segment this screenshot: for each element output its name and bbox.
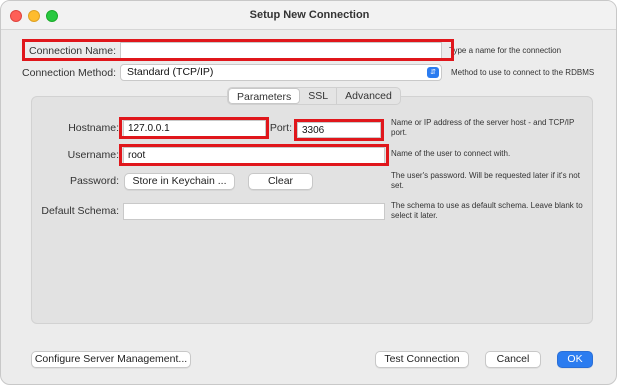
window-title: Setup New Connection bbox=[249, 9, 370, 21]
default-schema-label: Default Schema: bbox=[41, 205, 119, 217]
tab-bar: Parameters SSL Advanced bbox=[227, 87, 401, 105]
hostname-label: Hostname: bbox=[68, 122, 119, 134]
port-input[interactable]: 3306 bbox=[297, 122, 381, 138]
store-in-keychain-button[interactable]: Store in Keychain ... bbox=[124, 173, 235, 190]
configure-server-management-button[interactable]: Configure Server Management... bbox=[31, 351, 191, 368]
password-help: The user's password. Will be requested l… bbox=[391, 171, 580, 190]
tab-parameters[interactable]: Parameters bbox=[228, 88, 301, 104]
connection-name-label: Connection Name: bbox=[29, 45, 116, 57]
connection-method-label: Connection Method: bbox=[22, 67, 116, 79]
cancel-button[interactable]: Cancel bbox=[485, 351, 541, 368]
port-label: Port: bbox=[269, 122, 292, 134]
title-bar: Setup New Connection bbox=[1, 1, 616, 30]
clear-password-button[interactable]: Clear bbox=[248, 173, 313, 190]
username-label: Username: bbox=[67, 149, 119, 161]
connection-method-help: Method to use to connect to the RDBMS bbox=[451, 68, 595, 77]
default-schema-help: The schema to use as default schema. Lea… bbox=[391, 201, 583, 220]
hostname-input[interactable]: 127.0.0.1 bbox=[123, 120, 266, 137]
default-schema-input[interactable] bbox=[123, 203, 385, 220]
tab-advanced[interactable]: Advanced bbox=[337, 88, 400, 104]
username-help: Name of the user to connect with. bbox=[391, 149, 511, 158]
ok-button[interactable]: OK bbox=[557, 351, 593, 368]
connection-name-help: Type a name for the connection bbox=[449, 46, 562, 55]
password-label: Password: bbox=[69, 175, 119, 187]
host-help: Name or IP address of the server host - … bbox=[391, 118, 575, 137]
connection-name-input[interactable] bbox=[120, 42, 442, 59]
connection-method-select[interactable]: Standard (TCP/IP) ⇵ bbox=[120, 64, 442, 81]
username-input[interactable]: root bbox=[123, 147, 385, 164]
chevron-updown-icon: ⇵ bbox=[427, 67, 439, 78]
tab-ssl[interactable]: SSL bbox=[300, 88, 338, 104]
test-connection-button[interactable]: Test Connection bbox=[375, 351, 469, 368]
connection-method-value: Standard (TCP/IP) bbox=[127, 66, 214, 78]
setup-connection-window: Setup New Connection Connection Name: Ty… bbox=[0, 0, 617, 385]
